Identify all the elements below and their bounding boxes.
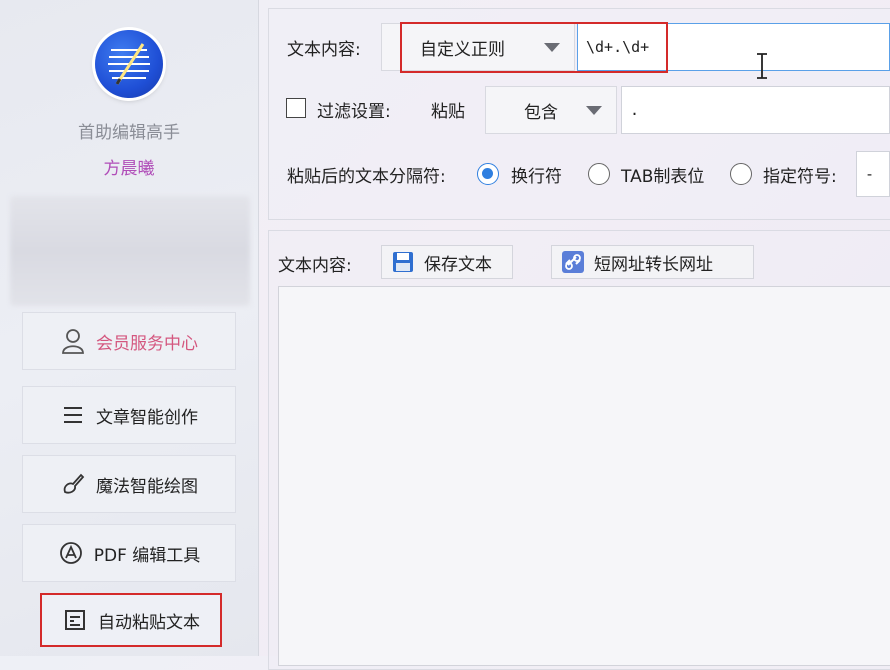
sidebar-item-label: 自动粘贴文本 [98, 612, 200, 633]
sidebar-item-pdf-tool[interactable]: PDF 编辑工具 [22, 524, 236, 582]
chevron-down-icon [586, 106, 602, 115]
filter-mode-select[interactable]: 包含 [485, 86, 617, 134]
separator-tab-label: TAB制表位 [621, 167, 705, 187]
separator-newline-label: 换行符 [511, 167, 562, 187]
paste-label: 粘贴 [431, 102, 465, 122]
filter-checkbox[interactable] [286, 98, 306, 118]
promo-banner [10, 196, 250, 306]
separator-custom-input[interactable]: - [856, 151, 890, 197]
text-cursor-icon [757, 53, 767, 79]
save-text-button[interactable]: 保存文本 [381, 245, 513, 279]
output-text-area[interactable] [278, 286, 890, 666]
sidebar-item-label: PDF 编辑工具 [93, 545, 201, 566]
separator-label: 粘贴后的文本分隔符: [287, 167, 446, 187]
notepad-pen-icon [108, 43, 150, 85]
link-icon [560, 249, 586, 275]
brush-icon [60, 471, 86, 497]
filter-label: 过滤设置: [317, 102, 391, 122]
regex-highlight-box [400, 22, 668, 73]
floppy-disk-icon [390, 249, 416, 275]
sidebar-item-auto-paste[interactable]: 自动粘贴文本 [40, 593, 222, 647]
separator-custom-value: - [865, 165, 875, 183]
document-icon [62, 607, 88, 633]
short-url-label: 短网址转长网址 [594, 254, 713, 275]
sidebar-item-magic-drawing[interactable]: 魔法智能绘图 [22, 455, 236, 513]
app-name: 首助编辑高手 [78, 123, 180, 143]
sidebar-item-label: 会员服务中心 [96, 333, 198, 354]
user-icon [60, 328, 86, 354]
sidebar: 首助编辑高手 方晨曦 会员服务中心 文章智能创作 魔法智能绘图 PDF 编辑工具… [0, 0, 259, 656]
separator-newline-radio[interactable] [477, 163, 499, 185]
separator-custom-label: 指定符号: [763, 167, 837, 187]
save-text-label: 保存文本 [424, 254, 492, 275]
filter-mode-value: 包含 [524, 102, 558, 123]
separator-custom-radio[interactable] [730, 163, 752, 185]
sidebar-item-article-creation[interactable]: 文章智能创作 [22, 386, 236, 444]
content-label: 文本内容: [287, 40, 361, 60]
short-url-button[interactable]: 短网址转长网址 [551, 245, 754, 279]
user-name: 方晨曦 [103, 159, 155, 179]
filter-text-input[interactable]: . [621, 86, 890, 134]
filter-text-value: . [630, 101, 640, 119]
separator-tab-radio[interactable] [588, 163, 610, 185]
sidebar-item-label: 文章智能创作 [96, 407, 198, 428]
menu-lines-icon [60, 402, 86, 428]
pdf-tool-icon [58, 540, 84, 566]
app-logo [95, 30, 163, 98]
output-content-label: 文本内容: [278, 256, 352, 276]
sidebar-item-member-center[interactable]: 会员服务中心 [22, 312, 236, 370]
sidebar-item-label: 魔法智能绘图 [96, 476, 198, 497]
